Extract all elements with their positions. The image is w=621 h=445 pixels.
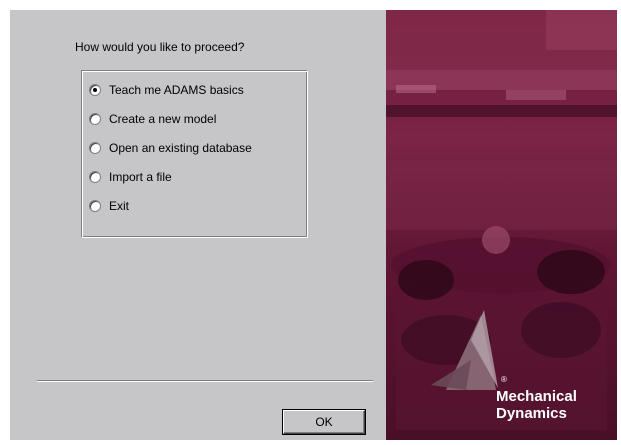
brand-name: Mechanical Dynamics <box>496 388 577 422</box>
options-group: Teach me ADAMS basics Create a new model… <box>81 70 308 238</box>
brand-line-1: Mechanical <box>496 388 577 405</box>
radio-button-icon[interactable] <box>89 142 101 154</box>
option-label: Teach me ADAMS basics <box>109 83 244 97</box>
separator <box>37 380 373 382</box>
radio-button-icon[interactable] <box>89 171 101 183</box>
option-import-file[interactable]: Import a file <box>89 168 172 186</box>
registered-mark: ® <box>501 375 507 384</box>
ok-button[interactable]: OK <box>282 409 366 435</box>
option-teach-basics[interactable]: Teach me ADAMS basics <box>89 81 244 99</box>
options-panel: How would you like to proceed? Teach me … <box>10 10 386 440</box>
radio-button-icon[interactable] <box>89 84 101 96</box>
option-label: Import a file <box>109 170 172 184</box>
radio-button-icon[interactable] <box>89 200 101 212</box>
startup-dialog: How would you like to proceed? Teach me … <box>0 0 621 445</box>
option-exit[interactable]: Exit <box>89 197 129 215</box>
option-label: Exit <box>109 199 130 213</box>
brand-artwork: ® Mechanical Dynamics <box>386 10 617 440</box>
option-label: Open an existing database <box>109 141 252 155</box>
option-label: Create a new model <box>109 112 217 126</box>
option-open-database[interactable]: Open an existing database <box>89 139 252 157</box>
prompt-label: How would you like to proceed? <box>75 40 245 54</box>
brand-line-2: Dynamics <box>496 405 567 422</box>
option-create-model[interactable]: Create a new model <box>89 110 216 128</box>
radio-button-icon[interactable] <box>89 113 101 125</box>
